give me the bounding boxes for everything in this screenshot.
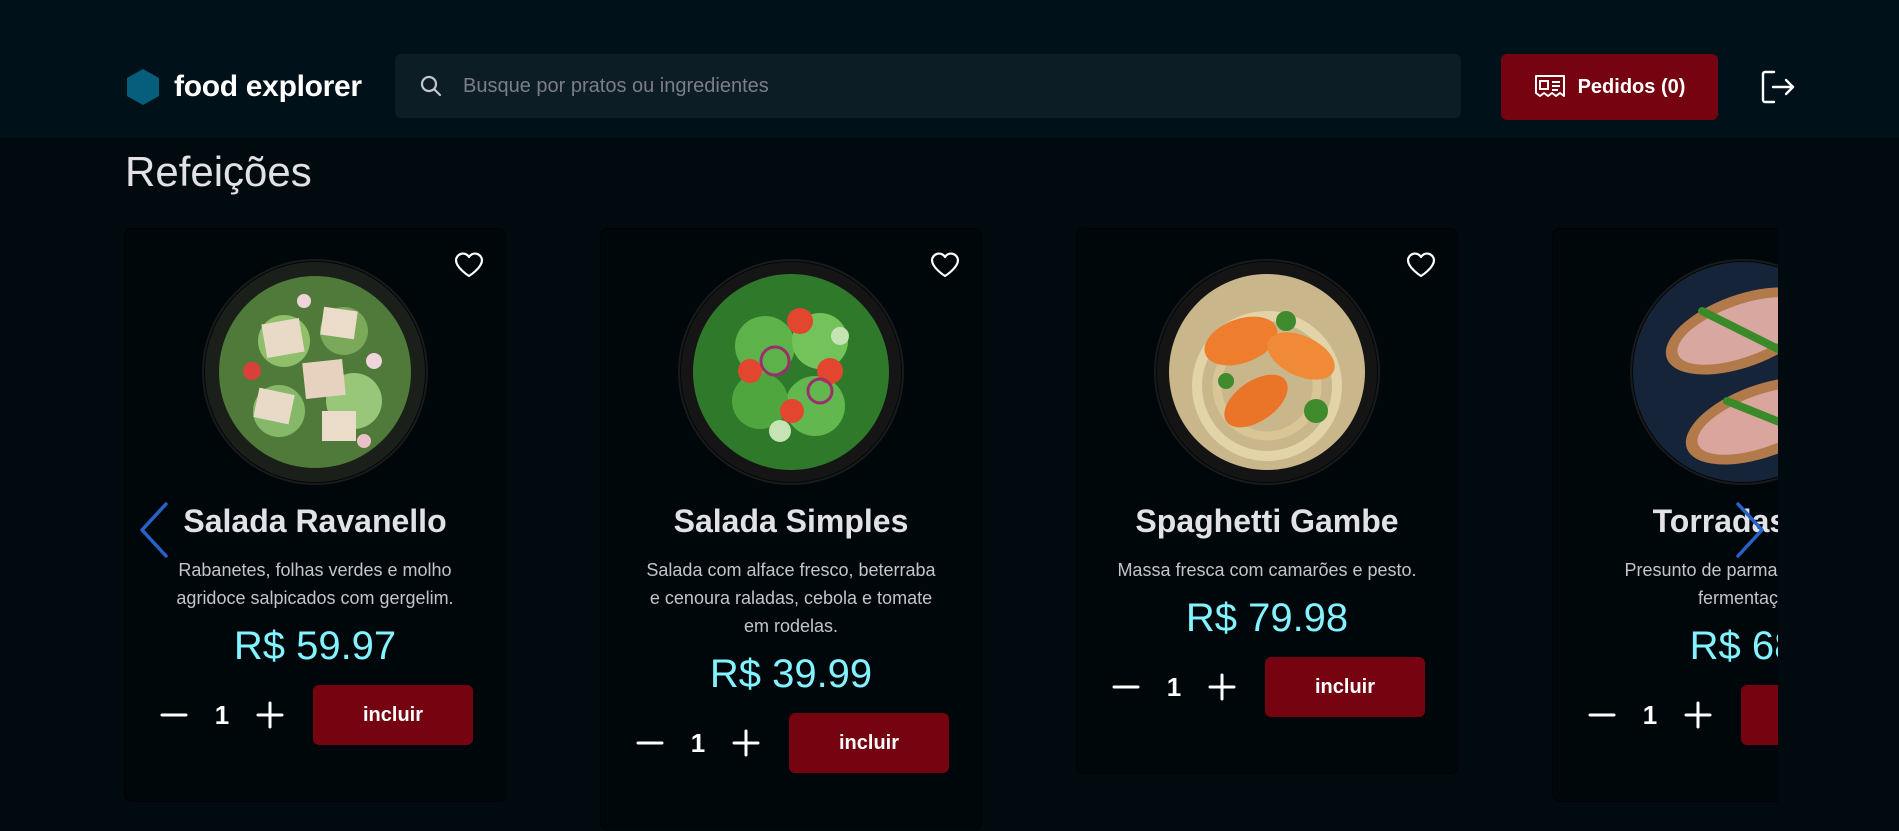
plus-icon[interactable] xyxy=(1205,670,1239,704)
dish-price: R$ 68 xyxy=(1689,624,1778,668)
include-button[interactable]: incluir xyxy=(1741,685,1778,745)
dish-carousel: Salada Ravanello Rabanetes, folhas verde… xyxy=(124,228,1778,831)
dish-actions: 1 incluir xyxy=(633,713,949,773)
logo[interactable]: food explorer xyxy=(126,68,362,106)
dish-description: Rabanetes, folhas verdes e molho agridoc… xyxy=(176,560,454,608)
heart-icon[interactable] xyxy=(929,249,961,281)
logout-icon[interactable] xyxy=(1760,69,1796,105)
dish-card: Salada Ravanello Rabanetes, folhas verde… xyxy=(124,228,506,802)
brand-name: food explorer xyxy=(174,70,362,103)
quantity-value: 1 xyxy=(1642,699,1658,730)
hexagon-logo-icon xyxy=(127,69,159,105)
orders-button[interactable]: Pedidos (0) xyxy=(1501,54,1718,120)
plus-icon[interactable] xyxy=(1681,698,1715,732)
minus-icon[interactable] xyxy=(1109,670,1143,704)
heart-icon[interactable] xyxy=(1405,249,1437,281)
minus-icon[interactable] xyxy=(633,726,667,760)
plus-icon[interactable] xyxy=(253,698,287,732)
dish-image[interactable] xyxy=(680,261,902,483)
minus-icon[interactable] xyxy=(1585,698,1619,732)
minus-icon[interactable] xyxy=(157,698,191,732)
dish-card: Salada Simples Salada com alface fresco,… xyxy=(600,228,982,830)
dish-price: R$ 39.99 xyxy=(709,652,873,696)
search-input[interactable] xyxy=(463,74,1413,98)
header: food explorer Pedidos (0) xyxy=(0,0,1899,138)
dish-price: R$ 59.97 xyxy=(233,624,397,668)
dish-description: Salada com alface fresco, beterraba e ce… xyxy=(646,560,936,636)
search-bar xyxy=(395,54,1461,118)
dish-name[interactable]: Salada Ravanello xyxy=(183,503,446,540)
dish-description: Massa fresca com camarões e pesto. xyxy=(1117,560,1417,580)
section-title: Refeições xyxy=(125,148,312,195)
quantity-value: 1 xyxy=(214,699,230,730)
dish-price: R$ 79.98 xyxy=(1185,596,1349,640)
dish-description: Presunto de parma e rúc com fermentaçã xyxy=(1624,560,1778,608)
dish-card: Spaghetti Gambe Massa fresca com camarõe… xyxy=(1076,228,1458,774)
include-button[interactable]: incluir xyxy=(1265,657,1425,717)
dish-name[interactable]: Salada Simples xyxy=(674,503,909,540)
search-icon xyxy=(417,72,445,100)
heart-icon[interactable] xyxy=(453,249,485,281)
include-button[interactable]: incluir xyxy=(313,685,473,745)
receipt-icon xyxy=(1534,75,1565,97)
quantity-value: 1 xyxy=(690,727,706,758)
orders-label: Pedidos (0) xyxy=(1577,75,1686,98)
plus-icon[interactable] xyxy=(729,726,763,760)
dish-name[interactable]: Spaghetti Gambe xyxy=(1135,503,1398,540)
chevron-right-icon[interactable] xyxy=(1730,500,1770,560)
chevron-left-icon[interactable] xyxy=(134,500,174,560)
dish-actions: 1 incluir xyxy=(157,685,473,745)
dish-actions: 1 incluir xyxy=(1109,657,1425,717)
dish-image[interactable] xyxy=(1156,261,1378,483)
quantity-value: 1 xyxy=(1166,671,1182,702)
dish-actions: 1 incluir xyxy=(1585,685,1778,745)
dish-image[interactable] xyxy=(1632,261,1778,483)
dish-image[interactable] xyxy=(204,261,426,483)
include-button[interactable]: incluir xyxy=(789,713,949,773)
